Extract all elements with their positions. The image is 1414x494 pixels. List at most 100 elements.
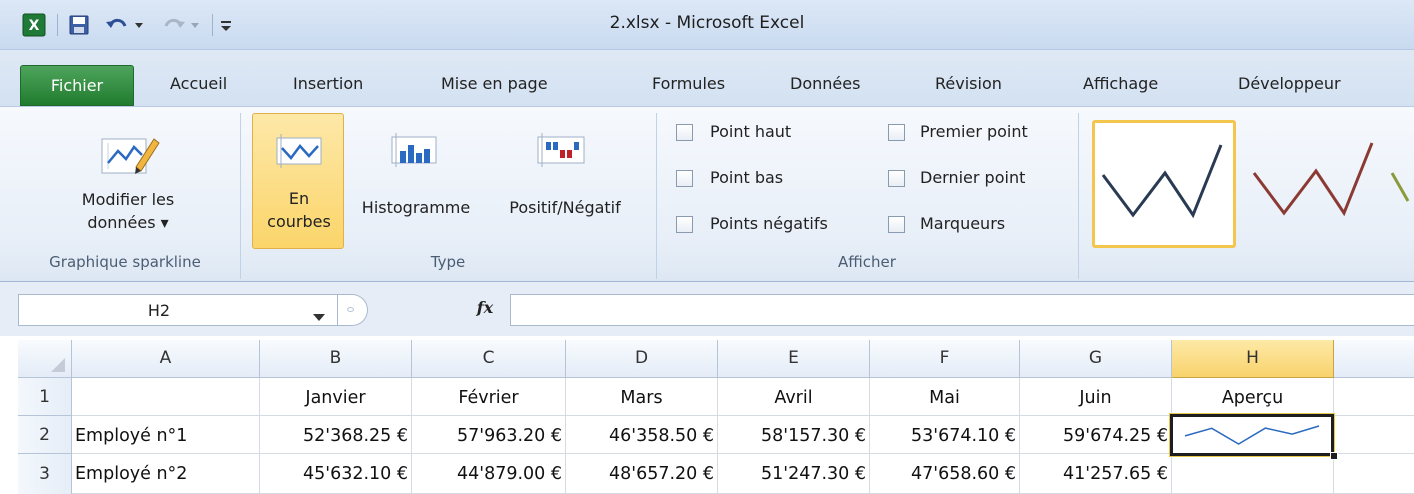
sparkline-style-2[interactable] [1246,123,1386,245]
edit-data-icon [100,133,160,179]
cell-i2[interactable] [1334,416,1414,454]
sparkline-style-1[interactable] [1092,120,1236,248]
cell-e1[interactable]: Avril [718,378,870,416]
first-point-checkbox[interactable] [888,124,905,141]
formula-bar: H2 fx [0,282,1414,336]
cell-h3[interactable] [1172,454,1334,494]
style-3-preview [1390,172,1410,202]
fx-button[interactable]: fx [470,298,500,322]
name-box-dropdown-icon[interactable] [313,307,325,326]
row-header-1[interactable]: 1 [18,378,72,416]
spreadsheet-grid: A B C D E F G H 1 2 3 Janvier Février Ma… [0,336,1414,494]
winloss-sparkline-button[interactable]: Positif/Négatif [490,113,640,249]
column-header-e[interactable]: E [718,340,870,378]
winloss-button-label: Positif/Négatif [509,198,621,217]
edit-data-label-1: Modifier les [81,190,175,209]
column-header-f[interactable]: F [870,340,1020,378]
high-point-checkbox[interactable] [676,124,693,141]
cell-g2[interactable]: 59'674.25 € [1020,416,1172,454]
column-header-i[interactable] [1334,340,1414,378]
column-header-c[interactable]: C [412,340,566,378]
line-sparkline-button[interactable]: En courbes [252,113,344,249]
sparkline-chart [1184,425,1320,445]
markers-label: Marqueurs [920,214,1006,233]
tab-insert[interactable]: Insertion [293,74,363,93]
select-all-corner[interactable] [18,340,72,378]
column-chart-icon [390,133,438,171]
cell-i3[interactable] [1334,454,1414,494]
window-title: 2.xlsx - Microsoft Excel [609,13,805,33]
column-button-label: Histogramme [361,198,471,217]
cell-e2[interactable]: 58'157.30 € [718,416,870,454]
group-label-show: Afficher [838,253,896,271]
line-chart-icon [275,134,323,172]
name-box-value: H2 [147,301,171,320]
ribbon: Modifier les données ▾ Graphique sparkli… [0,106,1414,282]
last-point-label: Dernier point [920,168,1026,187]
cell-f3[interactable]: 47'658.60 € [870,454,1020,494]
cell-g3[interactable]: 41'257.65 € [1020,454,1172,494]
tab-home[interactable]: Accueil [170,74,227,93]
cell-a2[interactable]: Employé n°1 [72,416,260,454]
first-point-label: Premier point [920,122,1028,141]
group-label-type: Type [430,253,466,271]
cell-h1[interactable]: Aperçu [1172,378,1334,416]
tab-developer[interactable]: Développeur [1238,74,1341,93]
formula-input[interactable] [510,294,1414,326]
cell-a3[interactable]: Employé n°2 [72,454,260,494]
high-point-label: Point haut [710,122,792,141]
tab-page-layout[interactable]: Mise en page [441,74,548,93]
low-point-checkbox[interactable] [676,170,693,187]
cell-c2[interactable]: 57'963.20 € [412,416,566,454]
name-box[interactable]: H2 [18,294,338,326]
negative-points-label: Points négatifs [710,214,828,233]
cell-d2[interactable]: 46'358.50 € [566,416,718,454]
tab-data[interactable]: Données [790,74,860,93]
cell-d3[interactable]: 48'657.20 € [566,454,718,494]
cell-b1[interactable]: Janvier [260,378,412,416]
cell-g1[interactable]: Juin [1020,378,1172,416]
title-bar: X 2.xlsx - Microsoft Excel [0,0,1414,50]
tab-file[interactable]: Fichier [20,65,134,106]
active-cell-border[interactable] [1169,413,1338,460]
row-header-2[interactable]: 2 [18,416,72,454]
row-header-3[interactable]: 3 [18,454,72,494]
cell-f1[interactable]: Mai [870,378,1020,416]
cell-c1[interactable]: Février [412,378,566,416]
sparkline-line [1184,425,1320,445]
column-header-b[interactable]: B [260,340,412,378]
column-header-h[interactable]: H [1172,340,1334,378]
line-button-label-1: En [288,189,310,208]
formula-bar-splitter[interactable] [338,294,368,326]
ribbon-tabs: Fichier Accueil Insertion Mise en page F… [0,50,1414,106]
edit-data-label-2: données ▾ [87,213,169,232]
column-header-d[interactable]: D [566,340,718,378]
winloss-chart-icon [536,133,586,171]
fill-handle[interactable] [1330,452,1338,460]
cell-b2[interactable]: 52'368.25 € [260,416,412,454]
low-point-label: Point bas [710,168,784,187]
style-2-preview [1252,142,1374,217]
cell-b3[interactable]: 45'632.10 € [260,454,412,494]
cell-c3[interactable]: 44'879.00 € [412,454,566,494]
edit-data-button[interactable]: Modifier les données ▾ [30,117,226,247]
cell-a1[interactable] [72,378,260,416]
cell-d1[interactable]: Mars [566,378,718,416]
last-point-checkbox[interactable] [888,170,905,187]
fx-icon: fx [476,298,494,317]
cell-f2[interactable]: 53'674.10 € [870,416,1020,454]
negative-points-checkbox[interactable] [676,216,693,233]
column-header-g[interactable]: G [1020,340,1172,378]
cell-i1[interactable] [1334,378,1414,416]
cell-e3[interactable]: 51'247.30 € [718,454,870,494]
tab-view[interactable]: Affichage [1083,74,1158,93]
style-1-preview [1101,144,1223,219]
group-divider [1078,113,1079,279]
tab-review[interactable]: Révision [935,74,1002,93]
column-header-a[interactable]: A [72,340,260,378]
group-label-sparkline: Graphique sparkline [49,253,201,271]
markers-checkbox[interactable] [888,216,905,233]
sparkline-style-3[interactable] [1390,123,1414,245]
column-sparkline-button[interactable]: Histogramme [346,113,486,249]
tab-formulas[interactable]: Formules [652,74,725,93]
